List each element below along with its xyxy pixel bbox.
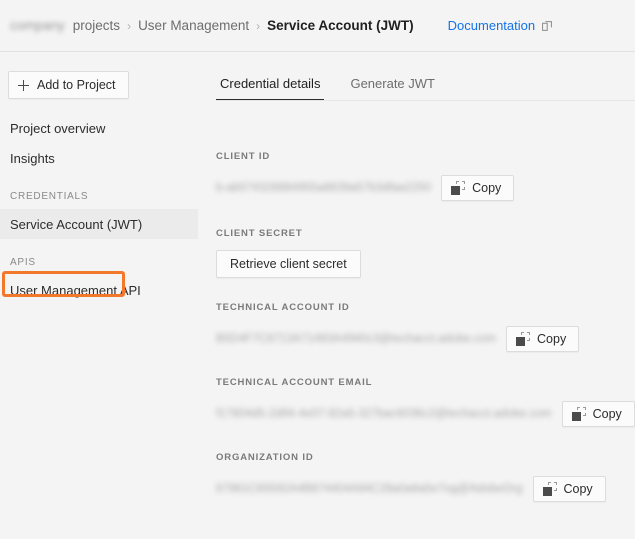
field-label: TECHNICAL ACCOUNT EMAIL [216,377,373,388]
field-value-row: 67961C65592A4B874404A94C28a0a6a5e7og@Ado… [216,476,635,502]
sidebar: Add to Project Project overview Insights… [0,53,198,539]
sidebar-item-label: User Management API [10,282,141,298]
sidebar-item-project-overview[interactable]: Project overview [0,113,198,143]
breadcrumb: company › projects › User Management › S… [10,18,414,33]
field-value-row: Retrieve client secret [216,250,635,278]
copy-organization-id-button[interactable]: Copy [532,476,606,502]
copy-icon [542,482,557,496]
copy-technical-account-email-button[interactable]: Copy [561,401,635,427]
field-technical-account-id: TECHNICAL ACCOUNT ID B5D4F7C6713A71483A4… [198,302,635,352]
sidebar-nav: Project overview Insights CREDENTIALS Se… [0,113,198,305]
copy-button-label: Copy [472,181,502,195]
documentation-label: Documentation [447,18,536,33]
breadcrumb-separator-icon: › [256,18,261,33]
copy-icon [571,407,586,421]
retrieve-client-secret-button[interactable]: Retrieve client secret [216,250,361,278]
sidebar-item-insights[interactable]: Insights [0,143,198,173]
tab-credential-details[interactable]: Credential details [216,76,325,101]
sidebar-item-service-account-jwt[interactable]: Service Account (JWT) [0,209,198,239]
breadcrumb-item-org[interactable]: company [10,18,65,33]
sidebar-item-label: Insights [10,150,55,166]
breadcrumb-item-current: Service Account (JWT) [267,18,414,33]
field-value-row: b-ab574326884955a8839a57b3dfaa2250 Copy [216,175,635,201]
sidebar-item-user-management-api[interactable]: User Management API [0,275,198,305]
page-header: company › projects › User Management › S… [0,0,635,52]
field-organization-id: ORGANIZATION ID 67961C65592A4B874404A94C… [198,452,635,502]
tab-label: Credential details [220,76,321,91]
organization-id-value: 67961C65592A4B874404A94C28a0a6a5e7og@Ado… [216,483,523,495]
tab-bar: Credential details Generate JWT [198,53,635,101]
breadcrumb-item-projects[interactable]: projects [73,18,120,33]
copy-client-id-button[interactable]: Copy [441,175,515,201]
copy-icon [451,181,466,195]
sidebar-group-apis: APIS [10,256,36,268]
technical-account-id-value: B5D4F7C6713A71483A4940c3@techacct.adobe.… [216,333,497,345]
copy-button-label: Copy [592,407,622,421]
copy-button-label: Copy [537,332,567,346]
tab-bar-divider [216,100,635,101]
sidebar-item-label: Service Account (JWT) [10,216,143,232]
field-value-row: B5D4F7C6713A71483A4940c3@techacct.adobe.… [216,326,635,352]
add-to-project-button[interactable]: Add to Project [8,71,129,99]
sidebar-group-credentials: CREDENTIALS [10,190,89,202]
breadcrumb-separator-icon: › [127,18,132,33]
field-label: ORGANIZATION ID [216,452,314,463]
field-label: TECHNICAL ACCOUNT ID [216,302,350,313]
field-value-row: f17804d5-2d94-4e07-82a5-327bac6036c2@tec… [216,401,635,427]
technical-account-email-value: f17804d5-2d94-4e07-82a5-327bac6036c2@tec… [216,408,552,420]
add-to-project-label: Add to Project [37,78,116,92]
tab-generate-jwt[interactable]: Generate JWT [346,76,439,101]
client-id-value: b-ab574326884955a8839a57b3dfaa2250 [216,182,432,194]
copy-icon [516,332,531,346]
sidebar-item-label: Project overview [10,120,106,136]
field-client-secret: CLIENT SECRET Retrieve client secret [198,228,635,278]
retrieve-client-secret-label: Retrieve client secret [230,257,347,271]
copy-button-label: Copy [563,482,593,496]
page-root: company › projects › User Management › S… [0,0,635,539]
field-client-id: CLIENT ID b-ab574326884955a8839a57b3dfaa… [198,151,635,201]
documentation-link[interactable]: Documentation [447,18,553,33]
breadcrumb-item-user-management[interactable]: User Management [138,18,249,33]
field-technical-account-email: TECHNICAL ACCOUNT EMAIL f17804d5-2d94-4e… [198,377,635,427]
external-link-icon [542,20,553,31]
main-content: Credential details Generate JWT CLIENT I… [198,53,635,539]
tab-label: Generate JWT [350,76,435,91]
field-label: CLIENT SECRET [216,228,303,239]
plus-icon [18,79,29,91]
field-label: CLIENT ID [216,151,271,162]
copy-technical-account-id-button[interactable]: Copy [506,326,580,352]
